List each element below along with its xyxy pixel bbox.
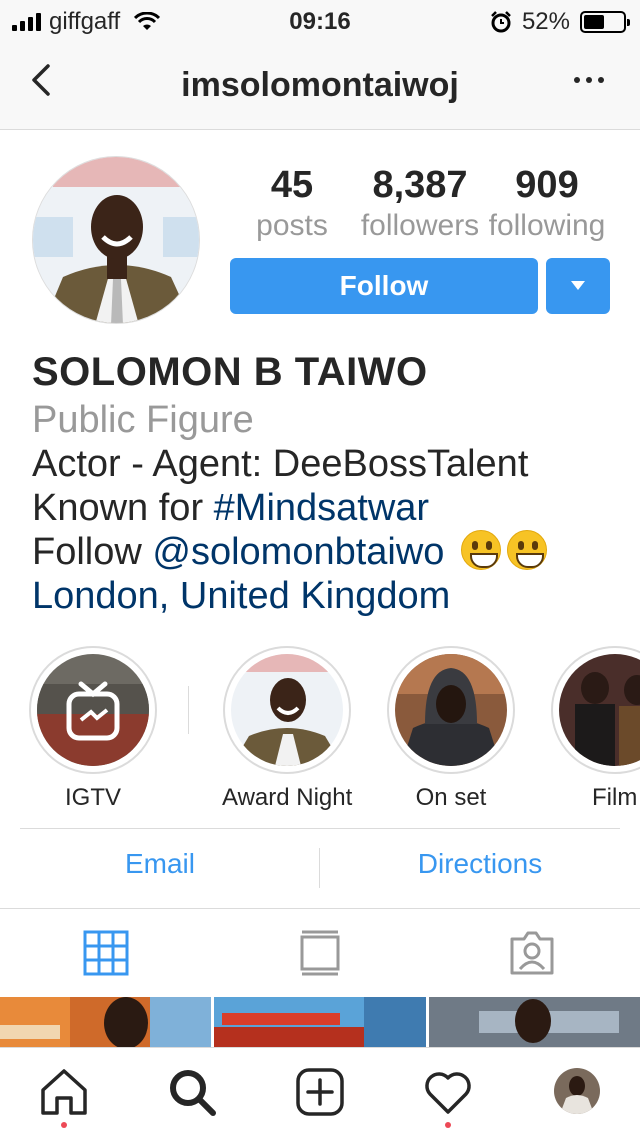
bio-line: Follow @solomonbtaiwo bbox=[32, 530, 632, 574]
post-grid bbox=[0, 997, 640, 1047]
posts-count: 45 bbox=[270, 164, 314, 206]
ellipsis-icon[interactable] bbox=[574, 70, 614, 90]
search-icon[interactable] bbox=[166, 1066, 218, 1118]
bio-line: Actor - Agent: DeeBossTalent bbox=[32, 443, 529, 485]
new-post-icon[interactable] bbox=[294, 1066, 346, 1118]
grinning-face-icon bbox=[461, 530, 501, 570]
smiling-face-icon bbox=[507, 530, 547, 570]
posts-label: posts bbox=[256, 209, 328, 242]
tagged-icon[interactable] bbox=[508, 929, 556, 977]
battery-percent: 52% bbox=[521, 8, 570, 35]
following-count: 909 bbox=[515, 164, 579, 206]
heart-icon[interactable] bbox=[422, 1066, 474, 1118]
bio-text: Known for bbox=[32, 487, 214, 529]
post-thumbnail[interactable] bbox=[214, 997, 426, 1047]
activity-notification-dot bbox=[445, 1122, 451, 1128]
battery-icon bbox=[580, 11, 630, 33]
profile-avatar[interactable] bbox=[554, 1068, 600, 1114]
contact-divider bbox=[20, 828, 620, 829]
stat-followers[interactable]: 8,387 followers bbox=[358, 164, 482, 243]
profile-category: Public Figure bbox=[32, 399, 254, 441]
bio-line: Known for #Mindsatwar bbox=[32, 486, 632, 530]
bottom-nav bbox=[0, 1047, 640, 1136]
home-notification-dot bbox=[61, 1122, 67, 1128]
grid-icon[interactable] bbox=[82, 929, 130, 977]
bio-text: Follow bbox=[32, 531, 153, 573]
email-button[interactable]: Email bbox=[20, 848, 300, 880]
profile-username: imsolomontaiwoj bbox=[181, 66, 459, 104]
highlight-label: IGTV bbox=[64, 784, 121, 811]
stat-posts[interactable]: 45 posts bbox=[242, 164, 342, 243]
highlight-film[interactable]: Film bbox=[550, 646, 640, 812]
caret-down-icon[interactable] bbox=[546, 258, 610, 314]
following-label: following bbox=[488, 209, 606, 242]
post-thumbnail[interactable] bbox=[0, 997, 211, 1047]
highlight-divider bbox=[188, 686, 189, 734]
nav-bar: imsolomontaiwoj bbox=[0, 40, 640, 130]
feed-icon[interactable] bbox=[296, 929, 344, 977]
profile-tabs bbox=[0, 909, 640, 997]
highlight-award-night[interactable]: Award Night bbox=[222, 646, 352, 812]
stat-following[interactable]: 909 following bbox=[484, 164, 610, 243]
post-thumbnail[interactable] bbox=[429, 997, 640, 1047]
highlight-label: Award Night bbox=[222, 784, 353, 811]
highlight-on-set[interactable]: On set bbox=[386, 646, 516, 812]
followers-label: followers bbox=[360, 209, 480, 242]
followers-count: 8,387 bbox=[372, 164, 468, 206]
follow-button[interactable]: Follow bbox=[230, 258, 538, 314]
highlight-igtv[interactable]: IGTV bbox=[28, 646, 158, 812]
profile-stats: 45 posts 8,387 followers 909 following bbox=[240, 164, 620, 254]
profile-avatar[interactable] bbox=[32, 156, 200, 324]
hashtag-link[interactable]: #Mindsatwar bbox=[214, 487, 429, 529]
highlight-label: Film bbox=[592, 784, 638, 811]
alarm-icon bbox=[491, 11, 511, 33]
profile-bio: SOLOMON B TAIWO Public Figure Actor - Ag… bbox=[32, 346, 632, 618]
location-link[interactable]: London, United Kingdom bbox=[32, 574, 632, 618]
status-bar: giffgaff 09:16 52% bbox=[0, 0, 640, 40]
profile-name: SOLOMON B TAIWO bbox=[32, 350, 428, 394]
home-icon[interactable] bbox=[38, 1066, 90, 1118]
contact-separator bbox=[319, 848, 320, 888]
highlight-label: On set bbox=[415, 784, 487, 811]
directions-button[interactable]: Directions bbox=[340, 848, 620, 880]
mention-link[interactable]: @solomonbtaiwo bbox=[152, 531, 444, 573]
